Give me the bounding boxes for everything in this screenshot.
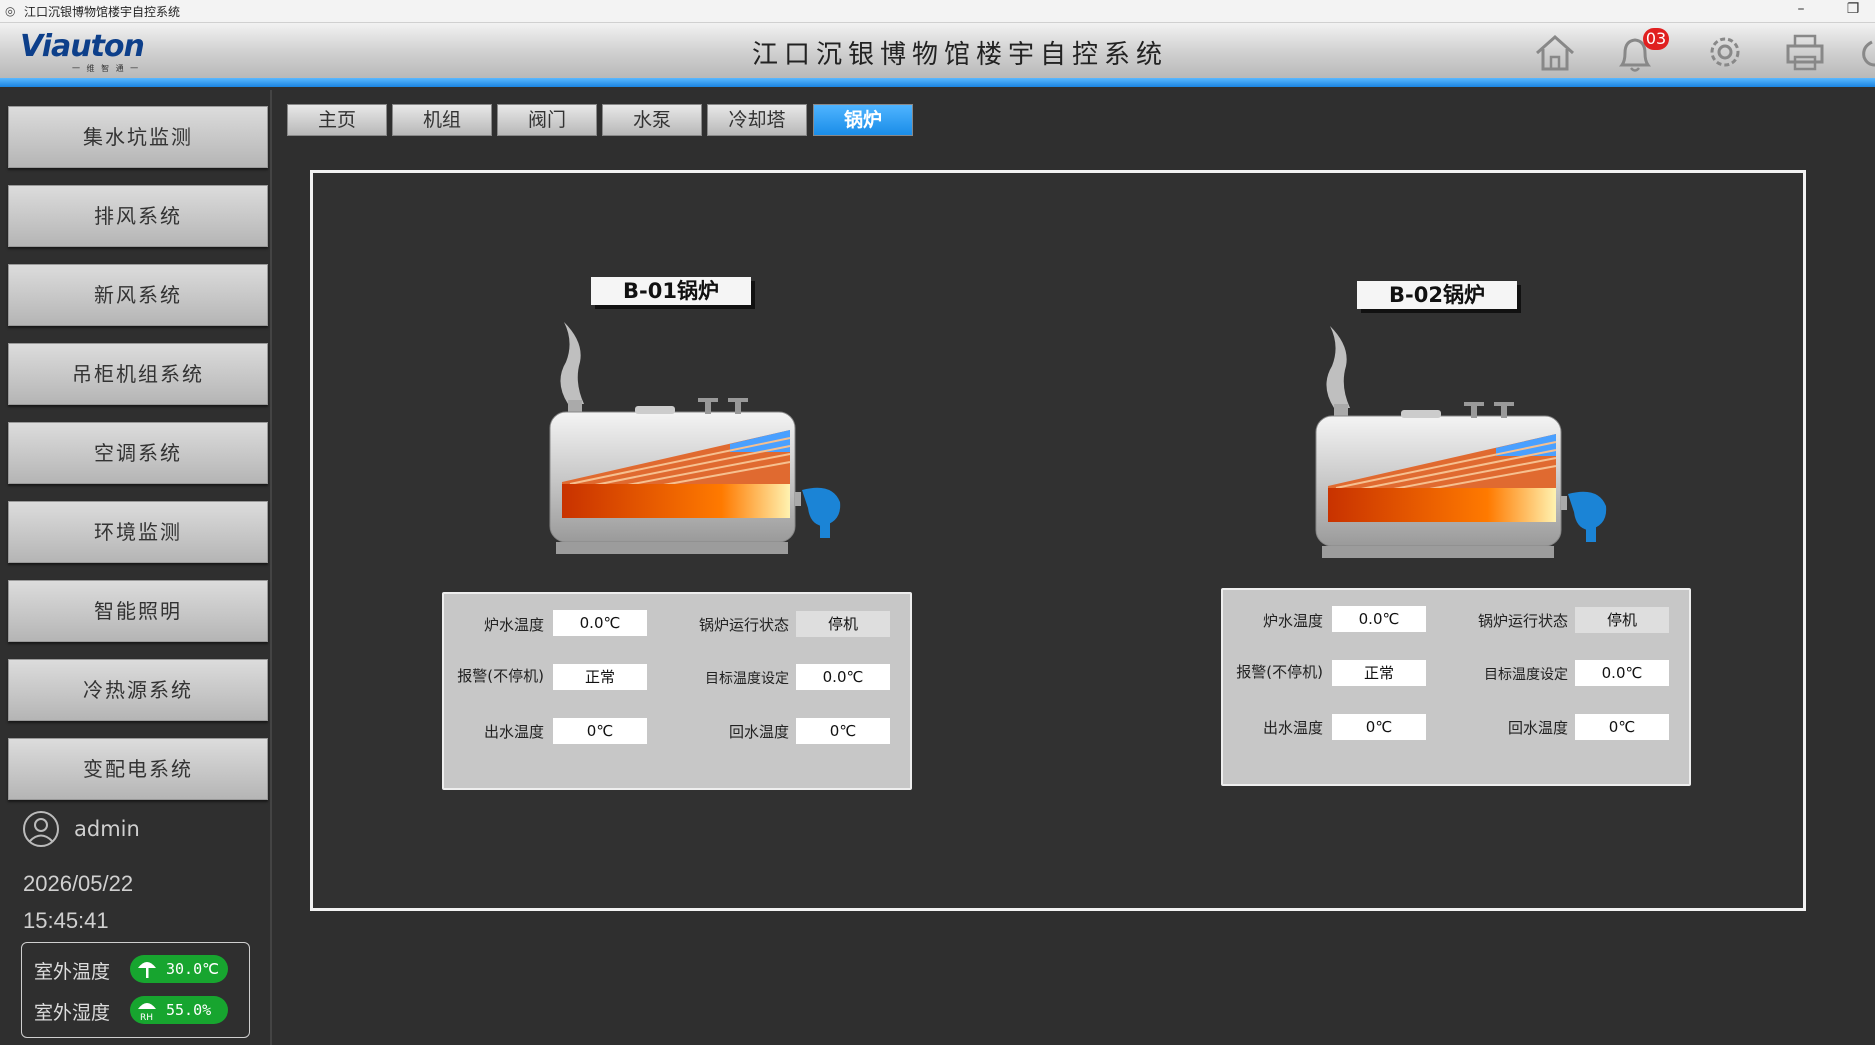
outdoor-temp-value: 30.0℃ bbox=[166, 960, 219, 978]
power-icon[interactable] bbox=[1860, 29, 1875, 75]
b01-run-status-value: 停机 bbox=[796, 611, 890, 637]
sidebar: 集水坑监测 排风系统 新风系统 吊柜机组系统 空调系统 环境监测 智能照明 冷热… bbox=[0, 90, 272, 1045]
sidebar-item-exhaust-system[interactable]: 排风系统 bbox=[8, 185, 268, 247]
user-info[interactable]: admin bbox=[22, 810, 262, 850]
tab-boiler[interactable]: 锅炉 bbox=[813, 104, 913, 136]
tab-cooling-tower[interactable]: 冷却塔 bbox=[707, 104, 807, 136]
outdoor-humidity-value: 55.0% bbox=[166, 1001, 212, 1019]
b01-run-status-label: 锅炉运行状态 bbox=[698, 616, 789, 634]
boiler-b02-label: B-02锅炉 bbox=[1357, 281, 1517, 309]
boiler-b02-graphic bbox=[1315, 326, 1607, 558]
b01-alarm-label: 报警(不停机) bbox=[457, 667, 544, 685]
app-header: Viauton 一 维 智 通 一 江口沉银博物馆楼宇自控系统 03 bbox=[0, 23, 1875, 78]
app-icon: ◎ bbox=[5, 4, 16, 18]
b02-run-status-label: 锅炉运行状态 bbox=[1477, 612, 1568, 630]
b02-alarm-value: 正常 bbox=[1332, 660, 1426, 686]
header-stripe bbox=[0, 78, 1875, 87]
tab-units[interactable]: 机组 bbox=[392, 104, 492, 136]
b02-outlet-temp-label: 出水温度 bbox=[1262, 719, 1323, 737]
tab-pumps[interactable]: 水泵 bbox=[602, 104, 702, 136]
svg-text:RH: RH bbox=[140, 1013, 153, 1021]
sidebar-item-fresh-air-system[interactable]: 新风系统 bbox=[8, 264, 268, 326]
boiler-b02-status-panel: 炉水温度 0.0℃ 锅炉运行状态 停机 报警(不停机) 正常 目标温度设定 0.… bbox=[1221, 588, 1691, 786]
b02-furnace-water-temp-label: 炉水温度 bbox=[1262, 612, 1323, 630]
sidebar-item-air-conditioning[interactable]: 空调系统 bbox=[8, 422, 268, 484]
home-icon[interactable] bbox=[1532, 29, 1578, 75]
user-avatar-icon bbox=[23, 811, 59, 847]
sidebar-item-power-distribution[interactable]: 变配电系统 bbox=[8, 738, 268, 800]
b01-return-temp-value: 0℃ bbox=[796, 718, 890, 744]
boiler-b01-graphic bbox=[549, 322, 841, 554]
b02-target-temp-label: 目标温度设定 bbox=[1484, 667, 1568, 683]
window-title: 江口沉银博物馆楼宇自控系统 bbox=[24, 5, 181, 19]
boiler-b01-label: B-01锅炉 bbox=[591, 277, 751, 305]
b01-target-temp-input[interactable]: 0.0℃ bbox=[796, 664, 890, 690]
current-time: 15:45:41 bbox=[23, 908, 109, 933]
printer-icon[interactable] bbox=[1782, 29, 1828, 75]
b01-return-temp-label: 回水温度 bbox=[728, 723, 789, 741]
b02-return-temp-value: 0℃ bbox=[1575, 714, 1669, 740]
b01-furnace-water-temp-value: 0.0℃ bbox=[553, 610, 647, 636]
b02-outlet-temp-value: 0℃ bbox=[1332, 714, 1426, 740]
outdoor-humidity-pill: RH 55.0% bbox=[130, 996, 228, 1024]
window-titlebar: ◎ 江口沉银博物馆楼宇自控系统 – ❐ bbox=[0, 0, 1875, 23]
sidebar-item-environment-monitoring[interactable]: 环境监测 bbox=[8, 501, 268, 563]
b01-outlet-temp-value: 0℃ bbox=[553, 718, 647, 744]
gear-icon[interactable] bbox=[1702, 29, 1748, 75]
b01-furnace-water-temp-label: 炉水温度 bbox=[483, 616, 544, 634]
tab-home[interactable]: 主页 bbox=[287, 104, 387, 136]
outdoor-temp-pill: 30.0℃ bbox=[130, 955, 228, 983]
tab-valves[interactable]: 阀门 bbox=[497, 104, 597, 136]
sidebar-item-smart-lighting[interactable]: 智能照明 bbox=[8, 580, 268, 642]
username: admin bbox=[74, 817, 140, 841]
b02-furnace-water-temp-value: 0.0℃ bbox=[1332, 606, 1426, 632]
sidebar-item-sump-monitoring[interactable]: 集水坑监测 bbox=[8, 106, 268, 168]
outdoor-environment-box: 室外温度 30.0℃ 室外湿度 RH 55.0% bbox=[21, 942, 250, 1038]
sidebar-item-hanging-unit-system[interactable]: 吊柜机组系统 bbox=[8, 343, 268, 405]
thermometer-icon bbox=[138, 962, 156, 978]
b01-alarm-value: 正常 bbox=[553, 664, 647, 690]
b01-outlet-temp-label: 出水温度 bbox=[483, 723, 544, 741]
boiler-b01-status-panel: 炉水温度 0.0℃ 锅炉运行状态 停机 报警(不停机) 正常 目标温度设定 0.… bbox=[442, 592, 912, 790]
alarm-count-badge: 03 bbox=[1643, 28, 1669, 50]
system-title: 江口沉银博物馆楼宇自控系统 bbox=[751, 40, 1168, 70]
minimize-button[interactable]: – bbox=[1786, 1, 1816, 17]
b02-alarm-label: 报警(不停机) bbox=[1236, 663, 1323, 681]
b02-target-temp-input[interactable]: 0.0℃ bbox=[1575, 660, 1669, 686]
outdoor-temp-label: 室外温度 bbox=[34, 961, 111, 983]
company-logo: Viauton 一 维 智 通 一 bbox=[20, 29, 145, 73]
humidity-icon: RH bbox=[138, 1003, 156, 1021]
b02-return-temp-label: 回水温度 bbox=[1507, 719, 1568, 737]
b02-run-status-value: 停机 bbox=[1575, 607, 1669, 633]
sidebar-item-hvac-source[interactable]: 冷热源系统 bbox=[8, 659, 268, 721]
current-date: 2026/05/22 bbox=[23, 871, 134, 896]
restore-button[interactable]: ❐ bbox=[1838, 1, 1868, 17]
b01-target-temp-label: 目标温度设定 bbox=[705, 671, 789, 687]
outdoor-humidity-label: 室外湿度 bbox=[34, 1002, 111, 1024]
